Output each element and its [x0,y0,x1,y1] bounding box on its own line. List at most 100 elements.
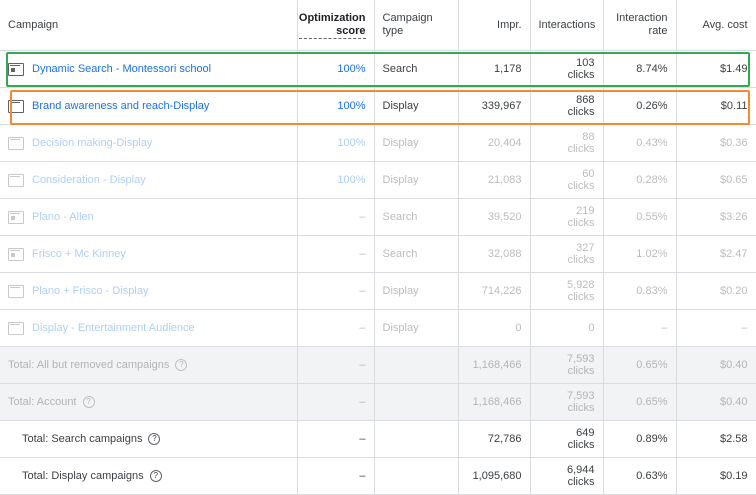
table-row[interactable]: Plano + Frisco - Display – Display 714,226 5… [0,272,756,310]
avg-cost-value: $2.47 [719,248,748,260]
help-circle-icon[interactable]: ? [148,433,161,446]
interactions-value: 327 [576,242,595,254]
interactions-content: 103 clicks [539,57,595,81]
campaign-table-container: Campaign ↓ Optimization score Campaign t… [0,0,756,495]
total-interactions-unit: clicks [567,365,595,377]
header-campaign-type[interactable]: Campaign type [374,0,459,51]
table-row[interactable]: Dynamic Search - Montessori school 100% Se… [0,50,756,88]
interactions-content: 88 clicks [539,131,595,155]
header-avg-cost[interactable]: Avg. cost [676,0,756,51]
campaign-cell-content: Decision making-Display [8,136,289,150]
optimization-score-value: – [359,248,366,260]
campaign-name-link[interactable]: Consideration - Display [32,174,146,186]
interactions-cell: 219 clicks [530,198,604,236]
interactions-value: 219 [576,205,595,217]
total-impressions-value: 72,786 [487,433,522,445]
total-label-cell: Total: Search campaigns? [0,420,298,458]
total-rate-cell: 0.63% [603,457,677,495]
search-campaign-icon [8,247,24,261]
total-interactions-unit: clicks [567,402,595,414]
interaction-rate-cell: 0.83% [603,272,677,310]
optimization-score-value[interactable]: 100% [337,174,365,186]
optimization-score-value[interactable]: 100% [337,100,365,112]
interactions-cell: 103 clicks [530,50,604,88]
total-interactions-value: 7,593 [566,390,595,402]
avg-cost-cell: – [676,309,756,347]
campaign-cell-content: Plano - Allen [8,210,289,224]
total-score-cell: – [297,457,375,495]
total-interactions-content: 6,944 clicks [539,464,595,488]
help-circle-icon[interactable]: ? [149,470,162,483]
total-label-content: Total: Display campaigns? [8,469,162,483]
interaction-rate-cell: 0.26% [603,87,677,125]
interaction-rate-value: – [661,322,668,334]
help-circle-icon[interactable]: ? [175,359,188,372]
impressions-value: 39,520 [487,211,522,223]
header-impressions[interactable]: Impr. [458,0,531,51]
table-row[interactable]: Consideration - Display 100% Display 21,083… [0,161,756,199]
impressions-cell: 0 [458,309,531,347]
total-row: Total: Search campaigns? – 72,786 649 clicks… [0,420,756,458]
campaign-name-link[interactable]: Plano - Allen [32,211,94,223]
total-label-cell: Total: Display campaigns? [0,457,298,495]
interactions-value: 60 [582,168,595,180]
total-interactions-content: 7,593 clicks [539,390,595,414]
header-interactions[interactable]: Interactions [530,0,604,51]
total-score-cell: – [297,420,375,458]
display-campaign-icon [8,136,24,150]
interactions-content: 868 clicks [539,94,595,118]
campaign-name-link[interactable]: Brand awareness and reach-Display [32,100,209,112]
interactions-unit: clicks [567,291,595,303]
table-row[interactable]: Display - Entertainment Audience – Display… [0,309,756,347]
avg-cost-cell: $1.49 [676,50,756,88]
optimization-score-cell: – [297,235,375,273]
interactions-value: 868 [576,94,595,106]
campaign-type-value: Display [382,322,419,334]
search-campaign-icon [8,210,24,224]
header-campaign[interactable]: Campaign [0,0,298,51]
campaign-name-link[interactable]: Frisco + Mc Kinney [32,248,126,260]
table-row[interactable]: Decision making-Display 100% Display 20,404… [0,124,756,162]
total-score-cell: – [297,383,375,421]
total-row: Total: Display campaigns? – 1,095,680 6,944… [0,457,756,495]
campaign-type-cell: Display [374,161,459,199]
total-impressions-cell: 72,786 [458,420,531,458]
campaign-name-link[interactable]: Decision making-Display [32,137,152,149]
campaign-cell-content: Display - Entertainment Audience [8,321,289,335]
total-label: Total: Display campaigns [22,469,144,482]
campaign-type-value: Display [382,174,419,186]
help-circle-icon[interactable]: ? [82,396,95,409]
campaign-name-link[interactable]: Dynamic Search - Montessori school [32,63,211,75]
header-interaction-rate[interactable]: Interaction rate [603,0,677,51]
campaign-name-link[interactable]: Display - Entertainment Audience [32,322,195,334]
avg-cost-value: $0.20 [719,285,748,297]
total-rate-value: 0.65% [636,359,668,371]
optimization-score-value[interactable]: 100% [337,63,365,75]
table-row[interactable]: Frisco + Mc Kinney – Search 32,088 327 clicks… [0,235,756,273]
campaign-name-link[interactable]: Plano + Frisco - Display [32,285,148,297]
total-cost-value: $0.19 [719,470,748,482]
table-row[interactable]: Brand awareness and reach-Display 100% Dis… [0,87,756,125]
total-label-cell: Total: Account? [0,383,298,421]
optimization-score-value: – [359,285,366,297]
campaign-cell: Frisco + Mc Kinney [0,235,298,273]
display-campaign-icon [8,284,24,298]
avg-cost-cell: $0.36 [676,124,756,162]
total-rate-value: 0.89% [636,433,668,445]
interaction-rate-cell: 8.74% [603,50,677,88]
header-optimization-score[interactable]: ↓ Optimization score [297,0,375,51]
optimization-score-cell: 100% [297,161,375,199]
table-row[interactable]: Plano - Allen – Search 39,520 219 clicks 0.55%… [0,198,756,236]
optimization-score-cell: – [297,198,375,236]
total-label: Total: Search campaigns [22,432,143,445]
optimization-score-value[interactable]: 100% [337,137,365,149]
impressions-value: 339,967 [481,100,522,112]
display-campaign-icon [8,173,24,187]
avg-cost-value: $3.26 [719,211,748,223]
interaction-rate-cell: 1.02% [603,235,677,273]
optimization-score-cell: 100% [297,50,375,88]
total-score-value: – [359,359,366,371]
display-campaign-icon [8,321,24,335]
total-cost-cell: $0.19 [676,457,756,495]
impressions-cell: 714,226 [458,272,531,310]
